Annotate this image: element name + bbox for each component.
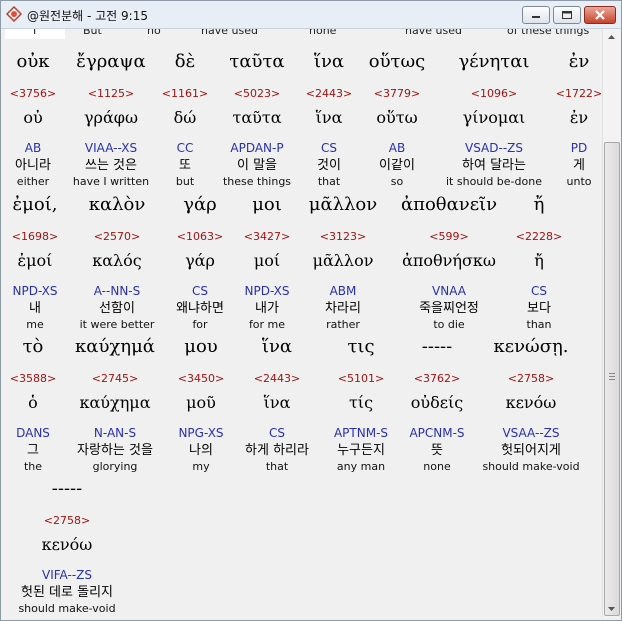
word-cell[interactable]: ----- <2758> κενόω VIFA--ZS 헛된 데로 돌리지 sh… [12,474,122,616]
grip-line [609,373,615,374]
word-cell[interactable]: οὕτως <3779> οὕτω AB 이같이 so [342,47,452,189]
korean-gloss: 보다 [527,301,551,316]
interlinear-view[interactable]: I But no have used none have used of the… [5,29,601,617]
greek-word: κενώσῃ. [493,336,569,357]
word-cell[interactable]: ἤ <2228> ἤ CS 보다 than [484,190,594,332]
gloss-text: none [309,29,337,37]
gloss-text: have used [405,29,462,37]
greek-word: ἤ [533,194,545,215]
english-gloss: than [526,318,552,331]
greek-word: μᾶλλον [308,194,378,215]
english-gloss: should make-void [18,602,116,615]
gloss-text: of these things [507,29,590,37]
close-icon [595,10,605,20]
strong-number[interactable]: <3123> [288,230,398,248]
strong-number[interactable]: <2228> [484,230,594,248]
gloss-text: I [33,29,37,37]
strong-number[interactable]: <2758> [476,372,586,390]
arrow-up-icon [608,35,615,39]
lemma: ἤ [534,251,544,270]
minimize-button[interactable] [522,6,550,24]
window-title: @원전분해 - 고전 9:15 [27,9,148,23]
lemma: μᾶλλον [312,251,374,270]
verse-row: ----- <2758> κενόω VIFA--ZS 헛된 데로 돌리지 sh… [5,474,601,616]
morphology-code: CS [531,284,547,298]
maximize-icon [562,11,572,19]
gloss-text: no [147,29,161,37]
lemma: κενόω [41,535,93,554]
arrow-down-icon [608,607,615,611]
word-cell[interactable]: ἐν <1722> ἐν PD 게 unto [524,47,601,189]
english-gloss: unto [566,175,592,188]
strong-number[interactable]: <3779> [342,87,452,105]
strong-number[interactable]: <2758> [12,514,122,532]
maximize-button[interactable] [553,6,581,24]
morphology-code: VSAA--ZS [502,426,560,440]
morphology-code: ABM [329,284,357,298]
verse-row: οὐκ <3756> οὐ AB 아니라 either ἔγραψα <1125… [5,47,601,189]
lemma: κενόω [505,393,557,412]
korean-gloss: 헛된 데로 돌리지 [21,585,113,600]
gloss-text: have used [201,29,258,37]
english-gloss: should make-void [482,460,580,473]
lemma: ἐν [569,108,589,127]
korean-gloss: 게 [573,158,585,173]
vertical-scrollbar[interactable] [602,29,620,617]
previous-verse-tail: I But no have used none have used of the… [5,29,601,39]
minimize-icon [532,16,540,18]
scroll-thumb[interactable] [604,142,620,616]
app-window: @원전분해 - 고전 9:15 I But no have used none … [0,0,622,621]
scroll-down-button[interactable] [603,600,620,617]
korean-gloss: 이같이 [379,158,415,173]
morphology-code: VIFA--ZS [42,568,92,582]
morphology-code: AB [388,141,406,155]
korean-gloss: 차라리 [325,301,361,316]
scroll-up-button[interactable] [603,29,620,46]
lemma: οὕτω [376,108,418,127]
close-button[interactable] [584,6,616,24]
english-gloss: so [390,175,404,188]
grip-line [609,379,615,380]
verse-row: τὸ <3588> ὁ DANS 그 the καύχημά <2745> κα… [5,332,601,474]
verse-row: ἐμοί, <1698> ἐμοί NPD-XS 내 me καλὸν <257… [5,190,601,332]
greek-word: ----- [51,478,83,499]
greek-word: ἐν [568,51,590,72]
title-bar[interactable]: @원전분해 - 고전 9:15 [1,1,621,29]
app-icon [6,6,22,22]
gloss-text: But [83,29,102,37]
word-cell[interactable]: κενώσῃ. <2758> κενόω VSAA--ZS 헛되어지게 shou… [476,332,586,474]
korean-gloss: 헛되어지게 [501,443,561,458]
english-gloss: rather [326,318,360,331]
greek-word: οὕτως [368,51,426,72]
word-cell[interactable]: μᾶλλον <3123> μᾶλλον ABM 차라리 rather [288,190,398,332]
strong-number[interactable]: <1722> [524,87,601,105]
grip-line [609,376,615,377]
morphology-code: PD [570,141,588,155]
